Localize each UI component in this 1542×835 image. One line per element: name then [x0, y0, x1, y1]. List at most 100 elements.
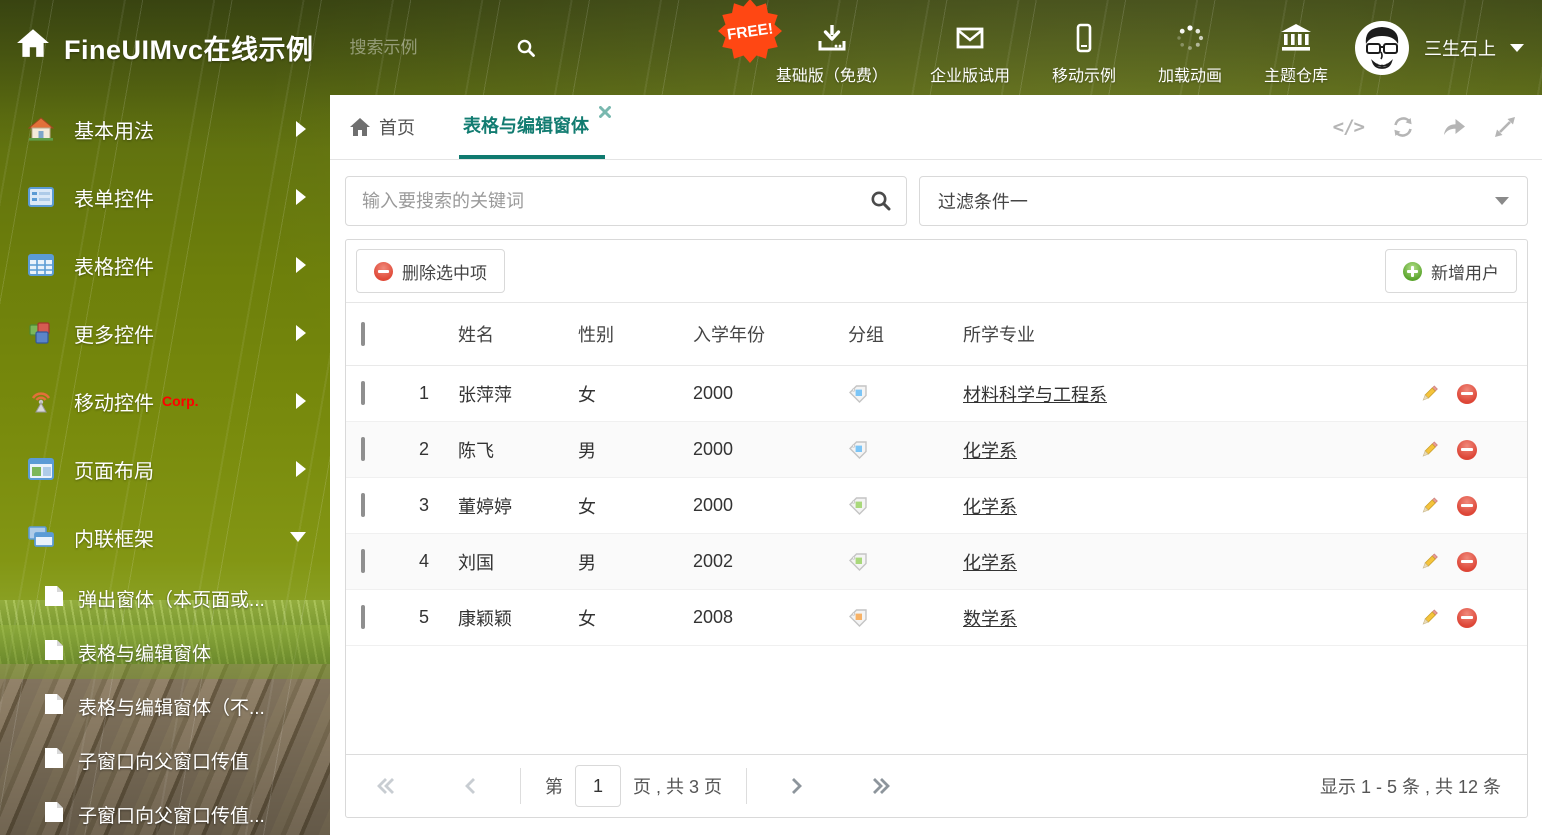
search-icon[interactable] — [516, 38, 536, 58]
delete-icon[interactable] — [1457, 439, 1477, 460]
delete-icon[interactable] — [1457, 607, 1477, 628]
tag-icon — [834, 440, 949, 460]
view-source-icon[interactable]: </> — [1333, 116, 1365, 138]
chevron-right-icon — [296, 121, 306, 137]
sidebar-item-iframe[interactable]: 内联框架 — [0, 503, 330, 571]
prev-page-button[interactable] — [464, 777, 476, 795]
delete-selected-label: 删除选中项 — [402, 263, 487, 283]
filter-dropdown[interactable]: 过滤条件一 — [918, 176, 1528, 226]
row-checkbox[interactable] — [361, 549, 365, 573]
share-arrow-icon[interactable] — [1442, 116, 1466, 138]
row-checkbox[interactable] — [361, 493, 365, 517]
home-tab-icon — [350, 118, 370, 136]
major-link[interactable]: 材料科学与工程系 — [963, 385, 1107, 405]
header-search-input[interactable] — [347, 36, 502, 59]
delete-icon[interactable] — [1457, 495, 1477, 516]
page-icon — [44, 585, 64, 612]
nav-label: 移动示例 — [1051, 68, 1116, 85]
keyword-search-input[interactable] — [346, 177, 906, 225]
tag-icon — [834, 608, 949, 628]
delete-icon[interactable] — [1457, 383, 1477, 404]
major-link[interactable]: 化学系 — [963, 441, 1017, 461]
sidebar-item-grid-controls[interactable]: 表格控件 — [0, 231, 330, 299]
sidebar-item-page-layout[interactable]: 页面布局 — [0, 435, 330, 503]
page-number-input[interactable] — [575, 765, 621, 807]
sidebar-item-label: 移动控件 — [74, 392, 154, 415]
delete-selected-button[interactable]: 删除选中项 — [356, 249, 505, 293]
sidebar-item-label: 表单控件 — [74, 188, 154, 211]
edit-icon[interactable] — [1419, 440, 1439, 460]
sidebar-item-more-controls[interactable]: 更多控件 — [0, 299, 330, 367]
nav-loading-animations[interactable]: 加载动画 — [1158, 9, 1222, 86]
nav-enterprise-trial[interactable]: 企业版试用 — [930, 9, 1010, 86]
edit-icon[interactable] — [1419, 496, 1439, 516]
delete-icon[interactable] — [1457, 551, 1477, 572]
data-grid-panel: 删除选中项 新增用户 姓名 性别 入学年份 分组 所学专业 1 张萍萍 女 20… — [345, 239, 1528, 818]
sidebar-subitem-child-to-parent[interactable]: 子窗口向父窗口传值 — [0, 733, 330, 787]
sidebar-item-form-controls[interactable]: 表单控件 — [0, 163, 330, 231]
add-user-button[interactable]: 新增用户 — [1385, 249, 1517, 293]
download-icon — [818, 25, 846, 51]
tab-toolbar: </> — [1333, 116, 1542, 138]
sidebar-item-basic-usage[interactable]: 基本用法 — [0, 95, 330, 163]
row-checkbox[interactable] — [361, 381, 365, 405]
header-search — [347, 36, 558, 59]
record-summary: 显示 1 - 5 条 , 共 12 条 — [1319, 777, 1501, 797]
sidebar-item-mobile-controls[interactable]: 移动控件 Corp. — [0, 367, 330, 435]
page-icon — [44, 801, 64, 828]
page-icon — [44, 639, 64, 666]
bank-icon — [1280, 24, 1311, 51]
cell-gender: 女 — [578, 608, 596, 629]
app-window: FineUIMvc在线示例 FREE! 基础版（免费） — [0, 0, 1542, 835]
major-link[interactable]: 化学系 — [963, 497, 1017, 517]
antenna-icon — [28, 389, 54, 413]
sidebar-subitem-popup-window[interactable]: 弹出窗体（本页面或... — [0, 571, 330, 625]
major-link[interactable]: 化学系 — [963, 553, 1017, 573]
tab-home[interactable]: 首页 — [350, 95, 415, 159]
nav-label: 加载动画 — [1157, 68, 1222, 85]
header-nav: FREE! 基础版（免费） 企业版试用 移动示例 加载动画 主题仓库 — [717, 0, 1354, 86]
column-name: 姓名 — [458, 325, 494, 345]
home-icon[interactable] — [16, 28, 50, 63]
keyword-search-field — [345, 176, 907, 226]
first-page-button[interactable] — [376, 777, 396, 795]
cell-gender: 男 — [578, 552, 596, 573]
nav-basic-edition[interactable]: FREE! 基础版（免费） — [717, 0, 888, 86]
row-index: 5 — [418, 607, 429, 627]
nav-mobile-demo[interactable]: 移动示例 — [1052, 9, 1116, 86]
divider — [746, 768, 748, 804]
refresh-icon[interactable] — [1392, 116, 1414, 138]
edit-icon[interactable] — [1419, 384, 1439, 404]
sidebar-subitem-grid-edit-window-2[interactable]: 表格与编辑窗体（不... — [0, 679, 330, 733]
row-checkbox[interactable] — [361, 437, 365, 461]
major-link[interactable]: 数学系 — [963, 609, 1017, 629]
next-page-button[interactable] — [791, 777, 803, 795]
cell-name: 董婷婷 — [458, 496, 512, 517]
expand-icon[interactable] — [1494, 116, 1516, 138]
chevron-right-icon — [296, 461, 306, 477]
sidebar-subitem-label: 弹出窗体（本页面或... — [78, 589, 265, 611]
cell-name: 刘国 — [458, 552, 494, 573]
select-all-checkbox[interactable] — [361, 321, 365, 346]
row-index: 3 — [418, 495, 429, 515]
search-icon[interactable] — [870, 190, 892, 217]
row-checkbox[interactable] — [361, 605, 365, 629]
row-index: 1 — [418, 383, 429, 403]
cell-gender: 男 — [578, 440, 596, 461]
close-icon[interactable] — [599, 102, 611, 123]
sidebar-subitem-grid-edit-window[interactable]: 表格与编辑窗体 — [0, 625, 330, 679]
tab-grid-edit-window[interactable]: 表格与编辑窗体 — [459, 95, 611, 159]
username: 三生石上 — [1424, 38, 1496, 59]
edit-icon[interactable] — [1419, 552, 1439, 572]
last-page-button[interactable] — [871, 777, 891, 795]
chevron-down-icon — [1495, 197, 1509, 205]
cell-name: 张萍萍 — [458, 384, 512, 405]
page-icon — [44, 693, 64, 720]
edit-icon[interactable] — [1419, 608, 1439, 628]
user-menu[interactable]: 三生石上 — [1354, 20, 1524, 76]
nav-theme-store[interactable]: 主题仓库 — [1264, 9, 1328, 86]
page-content: 过滤条件一 删除选中项 新增用户 — [330, 160, 1542, 835]
sidebar-subitem-child-to-parent-2[interactable]: 子窗口向父窗口传值... — [0, 787, 330, 835]
sidebar-subitem-label: 子窗口向父窗口传值... — [78, 805, 265, 827]
table-row: 2 陈飞 男 2000 化学系 — [346, 422, 1527, 478]
